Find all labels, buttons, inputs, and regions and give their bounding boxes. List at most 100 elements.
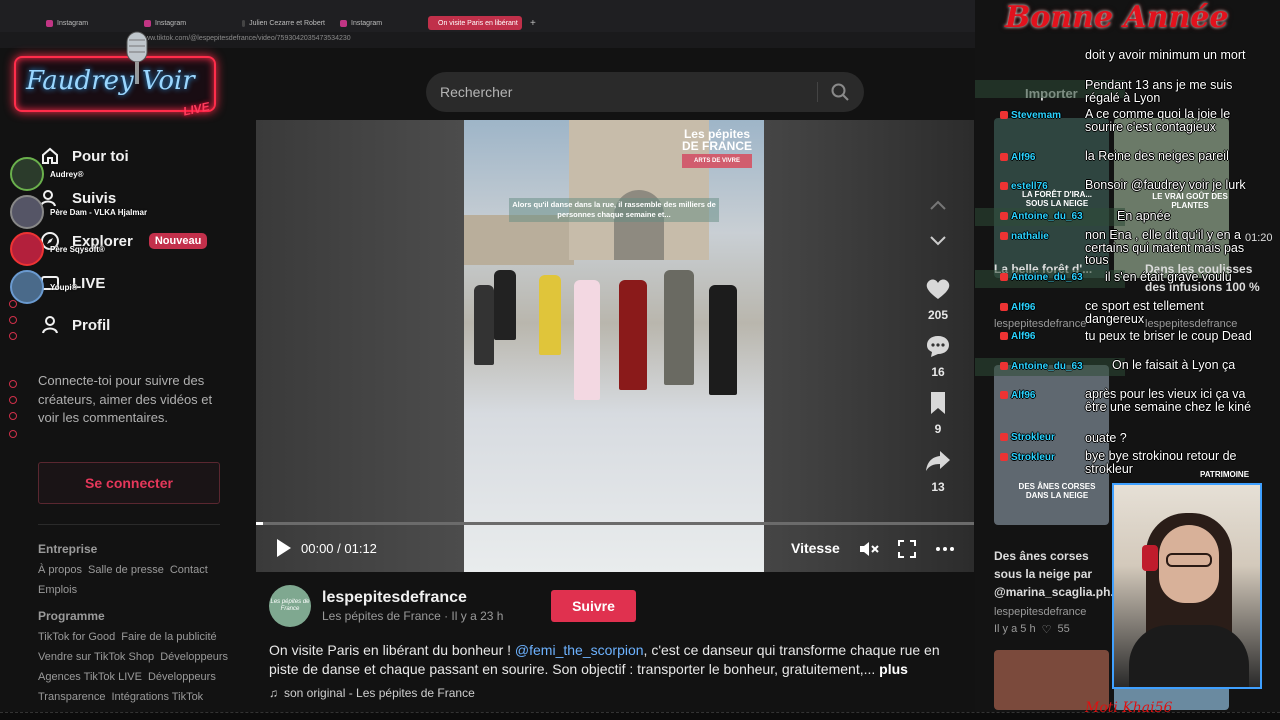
browser-tab[interactable]: Instagram <box>138 16 233 30</box>
viewer-name: Youpi® <box>50 282 78 292</box>
comment-action[interactable]: 16 <box>920 334 956 379</box>
instagram-icon <box>46 19 53 27</box>
logo-title: Faudrey Voir <box>26 66 195 96</box>
chat-username: Antoine_du_63 <box>1000 211 1083 222</box>
footer-link[interactable]: Vendre sur TikTok Shop <box>38 651 154 663</box>
recommended-author[interactable]: lespepitesdefrance <box>994 606 1086 618</box>
video-description: On visite Paris en libérant du bonheur !… <box>269 642 940 677</box>
browser-tab[interactable]: Instagram <box>334 16 426 30</box>
dancer <box>474 285 494 365</box>
footer-link[interactable]: Contact <box>170 564 208 576</box>
save-count: 9 <box>934 422 942 436</box>
chat-username: Alf96 <box>1000 390 1035 401</box>
chat-message: après pour les vieux ici ça va être une … <box>1085 387 1252 414</box>
footer-link[interactable]: Développeurs <box>160 651 228 663</box>
save-action[interactable]: 9 <box>920 391 956 436</box>
bookmark-icon[interactable] <box>925 391 951 415</box>
search-input[interactable]: Rechercher <box>440 84 512 100</box>
video-player[interactable]: Les pépites DE FRANCE ARTS DE VIVRE Alor… <box>256 120 974 572</box>
heart-icon[interactable] <box>925 277 951 301</box>
rail-icon[interactable] <box>9 412 17 420</box>
chat-message: ce sport est tellement dangereux <box>1085 299 1204 326</box>
viewer-item: Audrey® <box>10 157 83 191</box>
footer-link[interactable]: TikTok for Good <box>38 631 115 643</box>
fullscreen-icon[interactable] <box>896 538 918 560</box>
chat-message: A ce comme quoi la joie le sourire c'est… <box>1085 107 1231 134</box>
webcam-person-body <box>1129 625 1249 687</box>
chat-username: Strokleur <box>1000 432 1055 443</box>
footer-link[interactable]: Salle de presse <box>88 564 164 576</box>
footer-link[interactable]: À propos <box>38 564 82 576</box>
video-frame[interactable]: Les pépites DE FRANCE ARTS DE VIVRE Alor… <box>464 120 764 572</box>
share-count: 13 <box>931 480 945 494</box>
viewer-name: Père Dam - VLKA Hjalmar <box>50 207 148 217</box>
thumbnail-label: DES ÂNES CORSES DANS LA NEIGE <box>1018 482 1096 500</box>
browser-tab-bar: Instagram Instagram Julien Cezarre et Ro… <box>0 0 975 32</box>
mention-link[interactable]: @femi_the_scorpion <box>515 642 644 658</box>
footer-link[interactable]: Faire de la publicité <box>121 631 216 643</box>
comment-icon[interactable] <box>925 334 951 358</box>
browser-tab[interactable]: Instagram <box>40 16 135 30</box>
headset-icon <box>1142 545 1158 571</box>
like-action[interactable]: 205 <box>920 277 956 322</box>
search-icon[interactable] <box>830 82 850 102</box>
recommended-meta: Il y a 5 h ♡ 55 <box>994 623 1070 636</box>
instagram-icon <box>144 19 151 27</box>
share-icon[interactable] <box>925 449 951 473</box>
author-subtitle: Les pépites de France · Il y a 23 h <box>322 609 504 623</box>
dancer <box>539 275 561 355</box>
rail-icon[interactable] <box>9 430 17 438</box>
footer-link[interactable]: Agences TikTok LIVE <box>38 671 142 683</box>
sound-link[interactable]: ♫ son original - Les pépites de France <box>269 686 475 700</box>
share-action[interactable]: 13 <box>920 449 956 494</box>
chat-username: Antoine_du_63 <box>1000 361 1083 372</box>
browser-tab-active[interactable]: On visite Paris en libérant <box>428 16 522 30</box>
chat-username: Strokleur <box>1000 452 1055 463</box>
viewer-name: Audrey® <box>50 169 84 179</box>
follow-button[interactable]: Suivre <box>551 590 636 622</box>
search-bar[interactable]: Rechercher <box>426 72 864 112</box>
footer-link[interactable]: Intégrations TikTok <box>111 691 203 703</box>
new-year-banner: Bonne Année <box>1005 0 1229 35</box>
rail-icon[interactable] <box>9 316 17 324</box>
divider <box>817 82 818 102</box>
progress-bar[interactable] <box>256 522 974 525</box>
author-handle[interactable]: lespepitesdefrance <box>322 589 467 607</box>
speed-button[interactable]: Vitesse <box>791 540 840 556</box>
rail-icon[interactable] <box>9 396 17 404</box>
video-caption-overlay: Alors qu'il danse dans la rue, il rassem… <box>509 198 719 222</box>
more-options-icon[interactable] <box>934 538 956 560</box>
footer-link[interactable]: Transparence <box>38 691 105 703</box>
rail-icon[interactable] <box>9 332 17 340</box>
play-icon[interactable] <box>276 538 292 558</box>
chat-message: En apnée <box>1117 209 1171 223</box>
chat-username: Alf96 <box>1000 331 1035 342</box>
author-avatar[interactable]: Les pépites de France <box>269 585 311 627</box>
mute-icon[interactable] <box>858 538 880 560</box>
more-button[interactable]: plus <box>879 661 908 677</box>
viewer-item: Père Sqysoft® <box>10 232 105 266</box>
progress-fill <box>256 522 264 525</box>
chevron-up-icon[interactable] <box>926 194 950 218</box>
chat-message: bye bye strokinou retour de strokleur <box>1085 449 1237 476</box>
nav-label: Profil <box>72 316 111 334</box>
viewer-name: Père Sqysoft® <box>50 244 105 254</box>
tiktok-icon <box>242 19 246 27</box>
footer-link[interactable]: Développeurs <box>148 671 216 683</box>
time-display: 00:00 / 01:12 <box>301 541 377 556</box>
new-tab-button[interactable]: + <box>524 16 536 30</box>
chat-username: Alf96 <box>1000 302 1035 313</box>
chat-message: Pendant 13 ans je me suis régalé à Lyon <box>1085 78 1233 105</box>
footer-link[interactable]: Emplois <box>38 584 77 596</box>
login-button[interactable]: Se connecter <box>38 462 220 504</box>
avatar <box>10 270 44 304</box>
chevron-down-icon[interactable] <box>926 228 950 252</box>
footer-heading-company: Entreprise <box>38 542 98 556</box>
nav-item-profile[interactable]: Profil <box>40 315 110 335</box>
like-count: 205 <box>927 308 949 322</box>
dancer <box>619 280 647 390</box>
rail-icon[interactable] <box>9 380 17 388</box>
recommended-title[interactable]: Des ânes corses sous la neige par @marin… <box>994 547 1120 601</box>
browser-tab[interactable]: Julien Cezarre et Robert <box>236 16 331 30</box>
heart-icon: ♡ <box>1041 624 1052 636</box>
